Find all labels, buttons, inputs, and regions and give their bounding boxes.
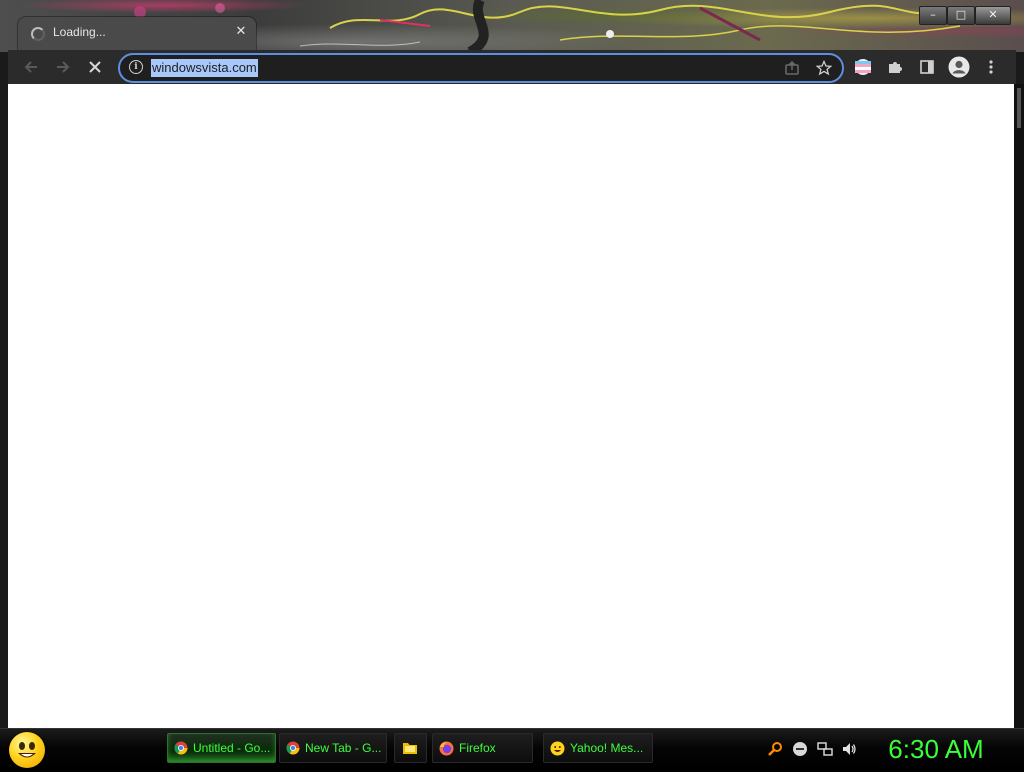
window-edge bbox=[1014, 84, 1024, 728]
menu-button[interactable] bbox=[980, 56, 1002, 78]
extensions-button[interactable] bbox=[884, 56, 906, 78]
taskbar-item-new-tab-chrome[interactable]: New Tab - G... bbox=[279, 733, 387, 763]
forward-button[interactable] bbox=[50, 55, 76, 79]
minimize-button[interactable]: – bbox=[919, 6, 947, 25]
arrow-right-icon bbox=[57, 61, 70, 73]
taskbar-item-label: Firefox bbox=[459, 741, 496, 755]
stop-button[interactable] bbox=[82, 55, 108, 79]
site-info-icon[interactable]: i bbox=[129, 60, 143, 74]
maximize-button[interactable]: □ bbox=[947, 6, 975, 25]
share-button[interactable] bbox=[783, 59, 801, 77]
taskbar-item-label: Untitled - Go... bbox=[193, 741, 271, 755]
start-button[interactable] bbox=[9, 732, 45, 768]
extension-profile-icon bbox=[855, 59, 871, 75]
share-icon bbox=[785, 60, 799, 75]
puzzle-extensions-icon bbox=[889, 62, 902, 73]
taskbar-clock[interactable]: 6:30 AM bbox=[874, 733, 998, 765]
browser-tab[interactable]: Loading... ✕ bbox=[18, 17, 256, 51]
volume-tray-button[interactable] bbox=[839, 737, 859, 761]
scrollbar-thumb[interactable] bbox=[1017, 88, 1021, 128]
tab-title: Loading... bbox=[53, 25, 106, 39]
side-panel-icon bbox=[920, 60, 934, 74]
star-icon bbox=[816, 60, 832, 76]
browser-window: Loading... ✕ – □ ✕ i windowsvista.com bbox=[0, 0, 1024, 728]
chrome-icon bbox=[286, 741, 300, 755]
folder-icon bbox=[403, 743, 417, 754]
taskbar-item-firefox[interactable]: Firefox bbox=[432, 733, 533, 763]
loading-spinner-icon bbox=[31, 27, 45, 41]
kebab-menu-icon bbox=[989, 60, 993, 74]
minus-circle-tray-button[interactable] bbox=[790, 737, 810, 761]
yahoo-messenger-icon bbox=[550, 741, 565, 755]
title-bar[interactable]: Loading... ✕ – □ ✕ bbox=[0, 0, 1024, 52]
account-button[interactable] bbox=[948, 56, 970, 78]
account-avatar-icon bbox=[948, 56, 970, 78]
chrome-icon bbox=[174, 741, 188, 755]
taskbar-item-untitled-chrome[interactable]: Untitled - Go... bbox=[167, 733, 276, 763]
search-tray-icon bbox=[768, 742, 782, 756]
bookmark-button[interactable] bbox=[815, 59, 833, 77]
extension-profile-button[interactable] bbox=[852, 56, 874, 78]
minus-circle-tray-icon bbox=[793, 742, 807, 756]
tab-close-icon[interactable]: ✕ bbox=[232, 23, 250, 41]
network-tray-button[interactable] bbox=[815, 737, 835, 761]
firefox-icon bbox=[439, 741, 454, 755]
page-content-area[interactable] bbox=[8, 84, 1014, 728]
taskbar-item-folder[interactable] bbox=[394, 733, 427, 763]
volume-tray-icon bbox=[843, 743, 856, 755]
search-tray-button[interactable] bbox=[765, 737, 785, 761]
arrow-left-icon bbox=[24, 61, 37, 73]
url-text[interactable]: windowsvista.com bbox=[151, 59, 258, 77]
browser-toolbar: i windowsvista.com bbox=[8, 50, 1016, 84]
network-tray-icon bbox=[817, 742, 833, 756]
stop-loading-icon bbox=[89, 61, 101, 73]
smiley-start-icon bbox=[18, 742, 36, 758]
taskbar-item-label: Yahoo! Mes... bbox=[570, 741, 644, 755]
back-button[interactable] bbox=[18, 55, 44, 79]
taskbar: Untitled - Go... New Tab - G... Firefox bbox=[0, 728, 1024, 769]
window-close-button[interactable]: ✕ bbox=[975, 6, 1011, 25]
address-bar[interactable]: i windowsvista.com bbox=[118, 53, 844, 83]
taskbar-item-yahoo-messenger[interactable]: Yahoo! Mes... bbox=[543, 733, 653, 763]
taskbar-item-label: New Tab - G... bbox=[305, 741, 382, 755]
side-panel-button[interactable] bbox=[916, 56, 938, 78]
